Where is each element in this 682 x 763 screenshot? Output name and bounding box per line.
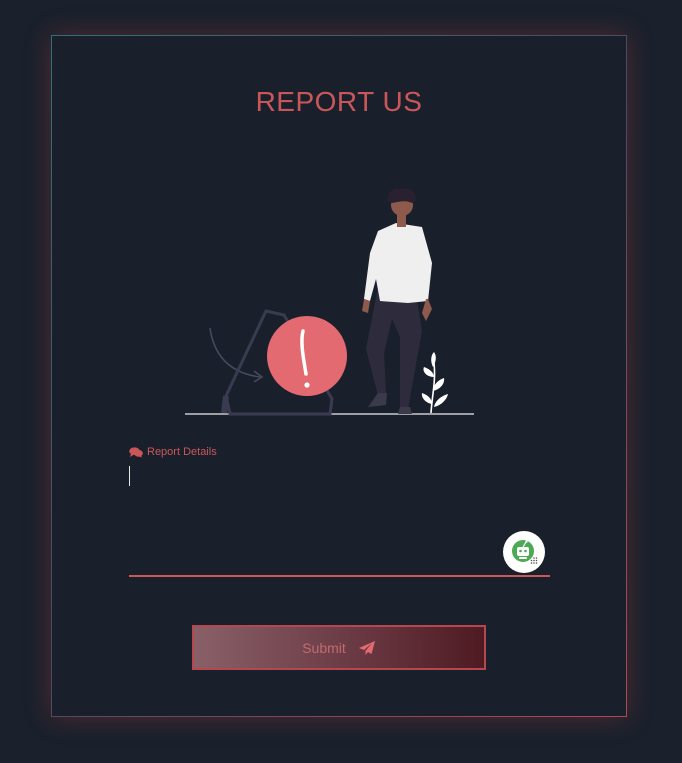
paper-plane-icon <box>358 640 375 655</box>
submit-button-label: Submit <box>302 639 346 656</box>
report-illustration <box>185 188 474 416</box>
submit-button[interactable]: Submit <box>192 625 486 670</box>
page-title: REPORT US <box>255 86 423 117</box>
report-details-textarea[interactable] <box>129 464 550 577</box>
report-details-label: Report Details <box>129 446 217 458</box>
report-card: REPORT US Report Details Submit <box>51 35 627 717</box>
report-details-label-text: Report Details <box>147 446 217 458</box>
robot-icon <box>512 540 538 564</box>
text-caret <box>129 466 130 486</box>
bot-badge[interactable] <box>503 531 545 573</box>
comments-icon <box>129 446 143 458</box>
